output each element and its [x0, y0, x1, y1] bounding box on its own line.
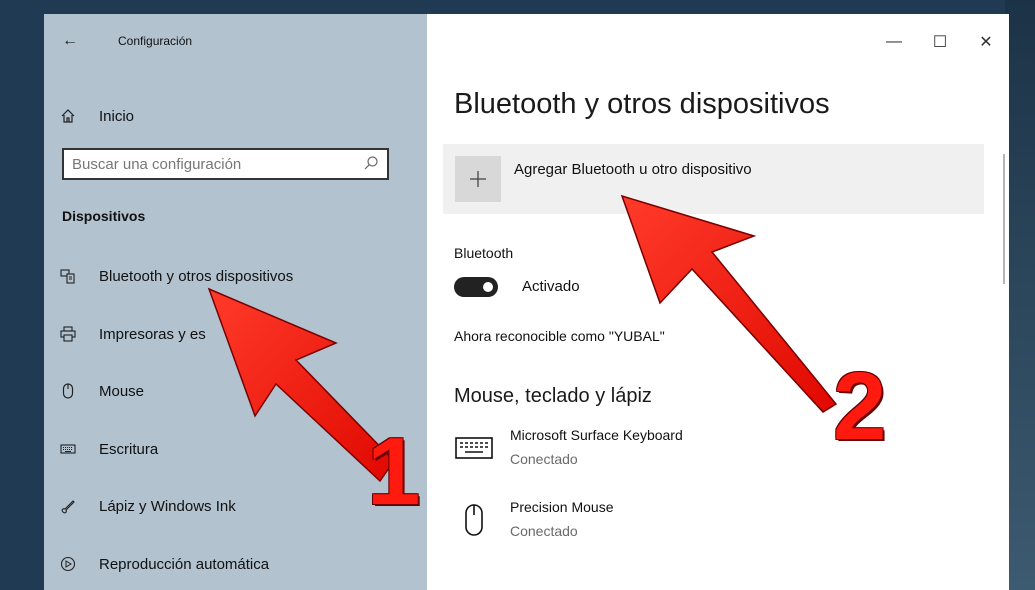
device-item-keyboard[interactable]: Microsoft Surface Keyboard Conectado	[454, 427, 854, 477]
sidebar-item-bluetooth[interactable]: Bluetooth y otros dispositivos	[44, 256, 427, 296]
mouse-icon	[454, 503, 494, 537]
printer-icon	[57, 323, 79, 345]
section-title: Dispositivos	[62, 208, 146, 224]
device-name: Microsoft Surface Keyboard	[510, 427, 683, 443]
sidebar-item-autoplay[interactable]: Reproducción automática	[44, 544, 427, 584]
device-item-mouse[interactable]: Precision Mouse Conectado	[454, 499, 854, 549]
autoplay-icon	[57, 553, 79, 575]
sidebar-item-label: Impresoras y es	[99, 325, 206, 343]
home-icon	[57, 105, 79, 127]
keyboard-icon	[454, 431, 494, 465]
sidebar-item-mouse[interactable]: Mouse	[44, 371, 427, 411]
annotation-number-1: 1	[367, 418, 421, 525]
title-bar: ← Configuración	[62, 30, 192, 52]
add-device-button[interactable]: Agregar Bluetooth u otro dispositivo	[443, 144, 984, 214]
search-box[interactable]	[62, 148, 389, 180]
sidebar-item-home[interactable]: Inicio	[44, 96, 427, 136]
sidebar-item-label: Lápiz y Windows Ink	[99, 497, 236, 515]
sidebar-item-label: Bluetooth y otros dispositivos	[99, 267, 294, 285]
device-name: Precision Mouse	[510, 499, 614, 515]
search-input[interactable]	[70, 150, 354, 178]
sidebar-item-label: Mouse	[99, 382, 145, 400]
devices-section-title: Mouse, teclado y lápiz	[454, 385, 652, 407]
pen-icon	[57, 495, 79, 517]
add-device-label: Agregar Bluetooth u otro dispositivo	[514, 161, 752, 178]
bluetooth-toggle[interactable]	[454, 277, 498, 297]
search-icon	[363, 155, 379, 176]
page-title: Bluetooth y otros dispositivos	[454, 88, 830, 120]
plus-icon	[455, 156, 501, 202]
annotation-number-2: 2	[833, 353, 887, 460]
back-arrow-icon[interactable]: ←	[62, 32, 94, 50]
bluetooth-state: Activado	[522, 278, 580, 295]
app-title: Configuración	[118, 34, 193, 48]
sidebar-item-printers[interactable]: Impresoras y es	[44, 314, 427, 354]
sidebar-item-label: Escritura	[99, 440, 159, 458]
sidebar-item-label: Reproducción automática	[99, 555, 270, 573]
settings-window: ← Configuración Inicio Dispositivos Blue…	[44, 14, 1009, 590]
main-content: Bluetooth y otros dispositivos Agregar B…	[427, 14, 1009, 590]
sidebar-item-label: Inicio	[99, 107, 135, 125]
device-status: Conectado	[510, 451, 578, 467]
toggle-knob	[483, 282, 493, 292]
device-status: Conectado	[510, 523, 578, 539]
discoverable-text: Ahora reconocible como "YUBAL"	[454, 328, 665, 344]
bluetooth-label: Bluetooth	[454, 245, 514, 261]
desktop-background	[1005, 0, 1035, 590]
scrollbar[interactable]	[1003, 154, 1005, 284]
mouse-icon	[57, 380, 79, 402]
bluetooth-devices-icon	[57, 265, 79, 287]
keyboard-icon	[57, 438, 79, 460]
